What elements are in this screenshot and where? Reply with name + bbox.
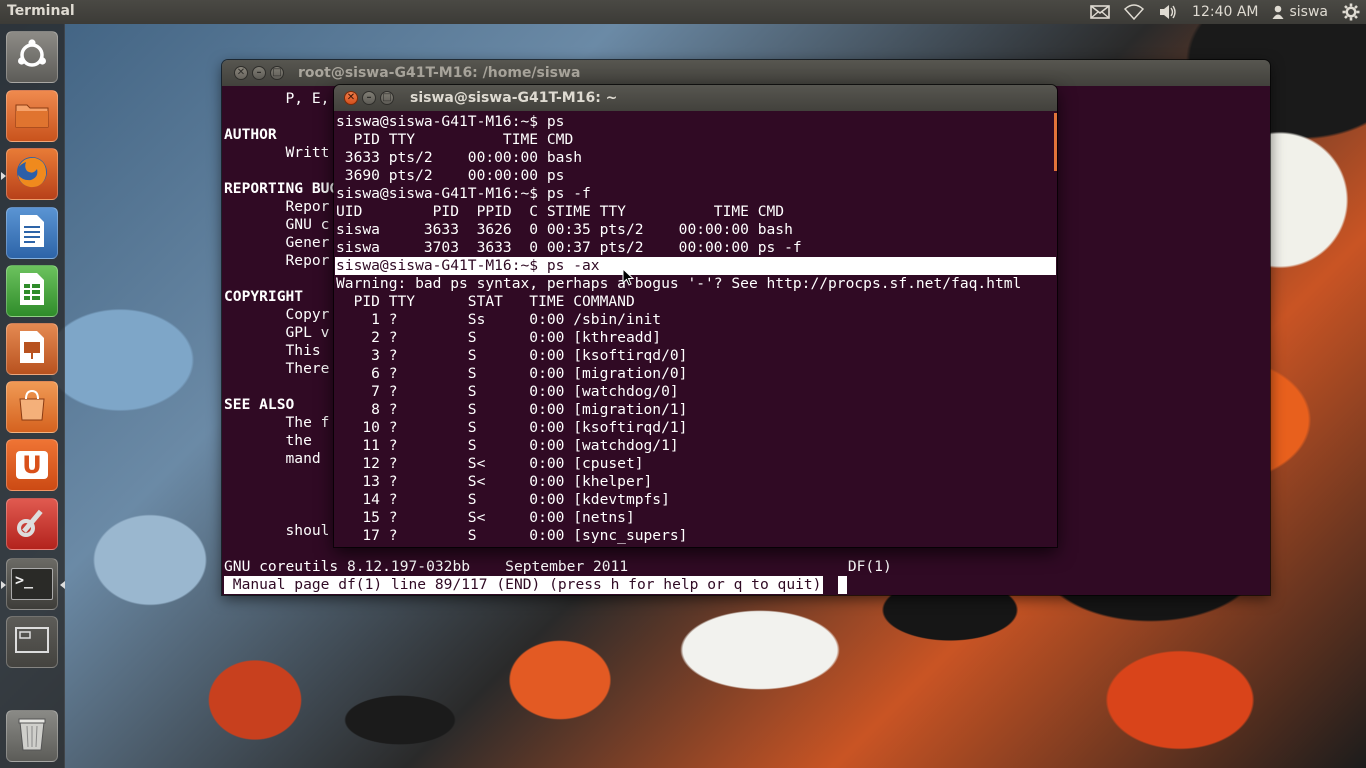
clock[interactable]: 12:40 AM (1192, 4, 1258, 20)
terminal-line: 11 ? S 0:00 [watchdog/1] (336, 437, 679, 454)
terminal-line: the (224, 432, 330, 449)
launcher-trash[interactable] (6, 710, 58, 762)
terminal-line: Repor (224, 198, 330, 215)
terminal-line: 10 ? S 0:00 [ksoftirqd/1] (336, 419, 688, 436)
terminal-line: 7 ? S 0:00 [watchdog/0] (336, 383, 679, 400)
terminal-line: siswa@siswa-G41T-M16:~$ ps (336, 113, 565, 130)
terminal-line: 12 ? S< 0:00 [cpuset] (336, 455, 644, 472)
terminal-line: P, E, (224, 90, 330, 107)
terminal-line: Gener (224, 234, 330, 251)
terminal-line: PID TTY TIME CMD (336, 131, 574, 148)
terminal-line: 17 ? S 0:00 [sync_supers] (336, 527, 688, 544)
text-cursor (838, 576, 847, 594)
writer-document-icon (17, 213, 47, 253)
close-button[interactable]: ✕ (234, 66, 248, 80)
section-heading: SEE ALSO (224, 396, 295, 413)
launcher-terminal[interactable]: >_ (6, 558, 58, 610)
top-panel: Terminal 12:40 AM siswa (0, 0, 1366, 24)
launcher-files[interactable] (6, 90, 58, 142)
launcher-dash-home[interactable] (6, 31, 58, 83)
user-icon (1272, 5, 1284, 19)
terminal-line: The f (224, 414, 330, 431)
workspace-switcher-icon (14, 625, 50, 659)
terminal-line: 8 ? S 0:00 [migration/1] (336, 401, 688, 418)
minimize-button[interactable]: – (252, 66, 266, 80)
launcher-firefox[interactable] (6, 148, 58, 200)
gear-icon[interactable] (1342, 3, 1360, 21)
ubuntu-one-icon: U (16, 451, 48, 479)
terminal-output[interactable]: siswa@siswa-G41T-M16:~$ ps PID TTY TIME … (334, 111, 1057, 547)
window-titlebar[interactable]: ✕ – □ root@siswa-G41T-M16: /home/siswa (222, 60, 1270, 86)
terminal-line: 2 ? S 0:00 [kthreadd] (336, 329, 662, 346)
terminal-line: 3633 pts/2 00:00:00 bash (336, 149, 583, 166)
terminal-line: shoul (224, 522, 330, 539)
close-button[interactable]: ✕ (344, 91, 358, 105)
terminal-line: 14 ? S 0:00 [kdevtmpfs] (336, 491, 670, 508)
mail-icon[interactable] (1090, 5, 1110, 19)
pager-status-line: Manual page df(1) line 89/117 (END) (pre… (224, 576, 824, 594)
ubuntu-logo-icon (15, 38, 49, 76)
window-titlebar[interactable]: ✕ – □ siswa@siswa-G41T-M16: ~ (334, 85, 1057, 111)
terminal-line: Repor (224, 252, 330, 269)
maximize-button[interactable]: □ (270, 66, 284, 80)
impress-presentation-icon (17, 329, 47, 369)
terminal-line: Warning: bad ps syntax, perhaps a bogus … (336, 275, 1022, 292)
launcher-workspace-switcher[interactable] (6, 616, 58, 668)
maximize-button[interactable]: □ (380, 91, 394, 105)
terminal-line: 15 ? S< 0:00 [netns] (336, 509, 635, 526)
terminal-line: 3 ? S 0:00 [ksoftirqd/0] (336, 347, 688, 364)
firefox-icon (13, 153, 51, 195)
trash-icon (17, 716, 47, 756)
volume-icon[interactable] (1158, 4, 1178, 20)
terminal-window-user[interactable]: ✕ – □ siswa@siswa-G41T-M16: ~ siswa@sisw… (334, 85, 1057, 547)
terminal-line: GPL v (224, 324, 330, 341)
folder-icon (14, 99, 50, 133)
launcher: U >_ (0, 24, 65, 768)
terminal-line: mand (224, 450, 321, 467)
launcher-libreoffice-impress[interactable] (6, 323, 58, 375)
terminal-line: siswa 3633 3626 0 00:35 pts/2 00:00:00 b… (336, 221, 793, 238)
window-title: root@siswa-G41T-M16: /home/siswa (298, 65, 581, 81)
mouse-pointer-icon (622, 267, 635, 290)
scrollbar-indicator[interactable] (1054, 113, 1057, 171)
wifi-icon[interactable] (1124, 4, 1145, 20)
terminal-line: 13 ? S< 0:00 [khelper] (336, 473, 653, 490)
terminal-line-selected: siswa@siswa-G41T-M16:~$ ps -ax (335, 257, 1056, 275)
focused-indicator (60, 581, 65, 589)
terminal-line: This (224, 342, 321, 359)
launcher-libreoffice-calc[interactable] (6, 265, 58, 317)
minimize-button[interactable]: – (362, 91, 376, 105)
terminal-line: siswa 3703 3633 0 00:37 pts/2 00:00:00 p… (336, 239, 802, 256)
terminal-line: 1 ? Ss 0:00 /sbin/init (336, 311, 662, 328)
terminal-line: There (224, 360, 330, 377)
terminal-line: PID TTY STAT TIME COMMAND (336, 293, 635, 310)
indicator-area: 12:40 AM siswa (1090, 0, 1360, 24)
section-heading: REPORTING BUG (224, 180, 339, 197)
section-heading: COPYRIGHT (224, 288, 304, 305)
launcher-ubuntu-one[interactable]: U (6, 439, 58, 491)
settings-tools-icon (14, 504, 50, 544)
launcher-software-center[interactable] (6, 381, 58, 433)
manpage-footer: GNU coreutils 8.12.197-032bb September 2… (224, 558, 892, 575)
terminal-line: 6 ? S 0:00 [migration/0] (336, 365, 688, 382)
user-menu[interactable]: siswa (1272, 4, 1328, 20)
user-name: siswa (1289, 4, 1328, 20)
active-app-title: Terminal (7, 3, 75, 19)
launcher-libreoffice-writer[interactable] (6, 207, 58, 259)
window-title: siswa@siswa-G41T-M16: ~ (410, 90, 618, 106)
terminal-line: GNU c (224, 216, 330, 233)
terminal-line: siswa@siswa-G41T-M16:~$ ps -f (336, 185, 591, 202)
shopping-bag-icon (15, 388, 49, 426)
terminal-icon: >_ (11, 568, 53, 600)
calc-spreadsheet-icon (17, 271, 47, 311)
terminal-line: Copyr (224, 306, 330, 323)
terminal-line: UID PID PPID C STIME TTY TIME CMD (336, 203, 785, 220)
section-heading: AUTHOR (224, 126, 277, 143)
terminal-line: 3690 pts/2 00:00:00 ps (336, 167, 565, 184)
terminal-line: Writt (224, 144, 330, 161)
launcher-system-settings[interactable] (6, 498, 58, 550)
